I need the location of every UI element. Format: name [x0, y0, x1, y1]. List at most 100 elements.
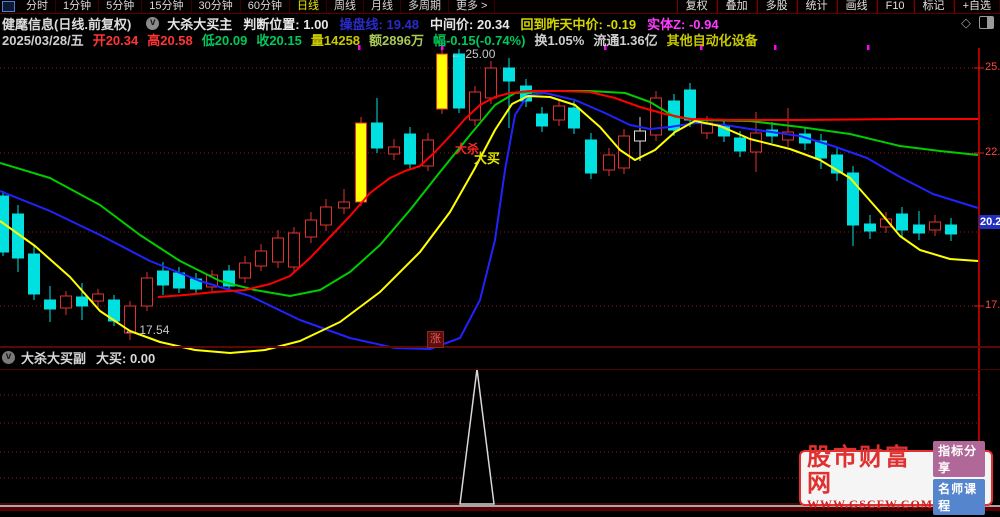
ohlc-field: 换1.05%: [534, 33, 585, 48]
candle-body: [338, 201, 350, 209]
ohlc-field: 收20.15: [256, 33, 302, 48]
watermark-badge-2: 名师课程: [933, 479, 985, 515]
candle-body: [371, 122, 383, 149]
candle-body: [634, 130, 646, 142]
candle-body: [355, 122, 367, 203]
menu-button-+自选[interactable]: +自选: [953, 0, 1000, 13]
candle-body: [945, 224, 957, 235]
candle-body: [60, 295, 72, 309]
candle-body: [603, 154, 615, 171]
last-price-box: 20.2: [979, 215, 1000, 229]
menu-item-分时[interactable]: 分时: [19, 0, 56, 13]
menu-item-周线[interactable]: 周线: [327, 0, 364, 13]
menu-button-复权[interactable]: 复权: [676, 0, 717, 13]
watermark-site-url: WWW.GSCFW.COM: [807, 497, 934, 511]
ohlc-field: 2025/03/28/五: [2, 33, 84, 48]
menu-button-多股[interactable]: 多股: [756, 0, 797, 13]
candle-body: [929, 221, 941, 231]
candle-body: [436, 53, 448, 110]
chevron-down-icon[interactable]: v: [146, 16, 160, 30]
watermark-badge-1: 指标分享: [933, 441, 985, 477]
candle-body: [173, 272, 185, 289]
candle-body: [585, 139, 597, 174]
subheader-underline: [0, 369, 1000, 370]
candle-body: [255, 250, 267, 267]
candle-body: [92, 293, 104, 302]
menu-button-标记[interactable]: 标记: [913, 0, 954, 13]
ohlc-field: 高20.58: [147, 33, 193, 48]
menu-item-更多 >[interactable]: 更多 >: [449, 0, 496, 13]
ohlc-field: 流通1.36亿: [593, 33, 658, 48]
axis-tick-label: 25.00: [985, 61, 1000, 73]
candle-body: [503, 67, 515, 82]
candle-body: [157, 270, 169, 286]
row1-right-icons: ◇: [961, 16, 994, 29]
candle-body: [913, 224, 925, 234]
candle-body: [404, 133, 416, 165]
ma_short-line: [0, 95, 979, 354]
candle-body: [141, 277, 153, 307]
candle-body: [896, 213, 908, 231]
menu-item-月线[interactable]: 月线: [364, 0, 401, 13]
candle-body: [750, 132, 762, 153]
sub-indicator-header: v 大杀大买副 大买: 0.00: [2, 349, 998, 366]
candle-body: [305, 219, 317, 238]
ohlc-field: 其他自动化设备: [666, 33, 758, 48]
axis-tick-label: 17.50: [985, 299, 1000, 311]
candle-body: [684, 89, 696, 121]
app-icon[interactable]: [2, 1, 15, 12]
sub-indicator-name[interactable]: 大杀大买副: [21, 348, 86, 367]
diamond-icon[interactable]: ◇: [961, 16, 971, 29]
ohlc-field: 低20.09: [201, 33, 248, 48]
candle-body: [320, 206, 332, 226]
menu-button-统计[interactable]: 统计: [796, 0, 837, 13]
watermark-site-name: 股市财富网: [807, 445, 911, 497]
candle-body: [864, 223, 876, 232]
top-menu-bar: 分时 1分钟 5分钟 15分钟 30分钟 60分钟 日线 周线 月线 多周期 更多 > 复权 叠加 多股…: [0, 0, 1000, 14]
ohlc-field: 开20.34: [92, 33, 139, 48]
menu-button-叠加[interactable]: 叠加: [716, 0, 757, 13]
watermark-box: 股市财富网 WWW.GSCFW.COM 指标分享 名师课程: [799, 441, 993, 515]
candlestick-chart[interactable]: [0, 0, 1000, 513]
watermark-text: 股市财富网 WWW.GSCFW.COM: [807, 445, 933, 511]
candle-body: [28, 253, 40, 295]
menu-item-多周期[interactable]: 多周期: [401, 0, 449, 13]
menu-item-15分钟[interactable]: 15分钟: [142, 0, 192, 13]
rise-badge: 涨: [427, 331, 444, 348]
menu-button-画线[interactable]: 画线: [836, 0, 877, 13]
candle-body: [388, 146, 400, 155]
menu-item-30分钟[interactable]: 30分钟: [192, 0, 241, 13]
split-panel-icon[interactable]: [979, 16, 994, 29]
buy-signal-triangle: [459, 368, 495, 505]
indicator-info-row: 健麾信息(日线.前复权) v 大杀大买主 判断位置: 1.00 操盘线: 19.4…: [2, 15, 998, 32]
menu-item-1分钟[interactable]: 1分钟: [56, 0, 100, 13]
menu-item-日线[interactable]: 日线: [290, 0, 327, 13]
candle-body: [44, 299, 56, 310]
candle-body: [485, 67, 497, 99]
candle-body: [568, 107, 580, 129]
candle-body: [239, 262, 251, 279]
candle-body: [76, 296, 88, 307]
ohlc-field: 量14258: [310, 33, 361, 48]
candle-body: [734, 137, 746, 152]
tool-menu: 复权 叠加 多股 统计 画线 F10 标记 +自选: [676, 0, 1000, 13]
candle-body: [288, 232, 300, 268]
ohlc-info-row: 2025/03/28/五 开20.34 高20.58 低20.09 收20.15 量142…: [2, 32, 998, 48]
candle-body: [553, 105, 565, 121]
candle-body: [272, 237, 284, 263]
ohlc-field: 幅-0.15(-0.74%): [432, 33, 526, 48]
ohlc-field: 额2896万: [369, 33, 424, 48]
watermark-badges: 指标分享 名师课程: [933, 439, 985, 517]
axis-tick-label: 22.50: [985, 146, 1000, 158]
period-menu: 分时 1分钟 5分钟 15分钟 30分钟 60分钟 日线 周线 月线 多周期 更多 >: [19, 0, 496, 13]
candle-body: [453, 53, 465, 109]
sub-indicator-value: 大买: 0.00: [96, 351, 156, 366]
menu-button-F10[interactable]: F10: [876, 0, 914, 13]
chevron-down-icon[interactable]: v: [2, 351, 15, 364]
menu-item-60分钟[interactable]: 60分钟: [241, 0, 290, 13]
menu-item-5分钟[interactable]: 5分钟: [99, 0, 143, 13]
buy-signal-text: 大买: [474, 151, 501, 166]
low-price-label: ← 17.54: [124, 323, 170, 337]
peak-price-label: ← 25.00: [450, 47, 496, 61]
candle-body: [536, 113, 548, 127]
